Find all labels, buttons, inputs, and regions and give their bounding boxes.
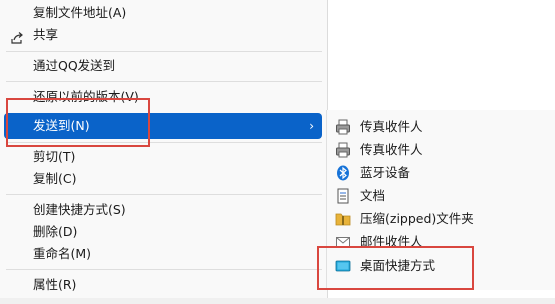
menu-item-label: 共享 — [33, 27, 59, 42]
context-menu: 复制文件地址(A) 共享 通过QQ发送到 还原以前的版本(V) 发送到(N) ›… — [0, 0, 328, 304]
submenu-item-label: 文档 — [360, 188, 386, 203]
menu-item-label: 重命名(M) — [33, 246, 92, 261]
menu-separator — [6, 81, 322, 82]
menu-item-label: 剪切(T) — [33, 149, 76, 164]
taskbar-edge — [0, 298, 555, 304]
submenu-item-label: 传真收件人 — [360, 119, 423, 134]
menu-item-label: 复制文件地址(A) — [33, 5, 127, 20]
menu-separator — [6, 194, 322, 195]
submenu-item-bluetooth[interactable]: 蓝牙设备 — [327, 162, 555, 184]
menu-item-label: 通过QQ发送到 — [33, 58, 116, 73]
menu-separator — [6, 51, 322, 52]
submenu-item-label: 蓝牙设备 — [360, 165, 411, 180]
submenu-item-fax-recipient[interactable]: 传真收件人 — [327, 139, 555, 161]
share-icon — [10, 28, 24, 44]
zip-folder-icon — [335, 211, 351, 227]
menu-item-copy[interactable]: 复制(C) — [0, 166, 320, 192]
menu-item-label: 删除(D) — [33, 224, 78, 239]
submenu-item-label: 传真收件人 — [360, 142, 423, 157]
submenu-item-zip-folder[interactable]: 压缩(zipped)文件夹 — [327, 208, 555, 230]
chevron-right-icon: › — [309, 119, 314, 133]
menu-item-properties[interactable]: 属性(R) — [0, 272, 320, 298]
submenu-item-fax-recipient[interactable]: 传真收件人 — [327, 116, 555, 138]
submenu-item-label: 压缩(zipped)文件夹 — [360, 211, 474, 226]
bluetooth-icon — [335, 165, 351, 181]
menu-item-send-via-qq[interactable]: 通过QQ发送到 — [0, 53, 320, 79]
menu-item-label: 创建快捷方式(S) — [33, 202, 126, 217]
document-icon — [335, 188, 351, 204]
annotation-box-desktop-shortcut — [317, 246, 474, 290]
menu-item-label: 复制(C) — [33, 171, 77, 186]
fax-icon — [335, 119, 351, 135]
menu-separator — [6, 269, 322, 270]
annotation-box-send-to — [6, 98, 150, 147]
menu-item-label: 属性(R) — [33, 277, 77, 292]
fax-icon — [335, 142, 351, 158]
menu-item-rename[interactable]: 重命名(M) — [0, 241, 320, 267]
submenu-item-documents[interactable]: 文档 — [327, 185, 555, 207]
menu-item-share[interactable]: 共享 — [0, 22, 320, 48]
